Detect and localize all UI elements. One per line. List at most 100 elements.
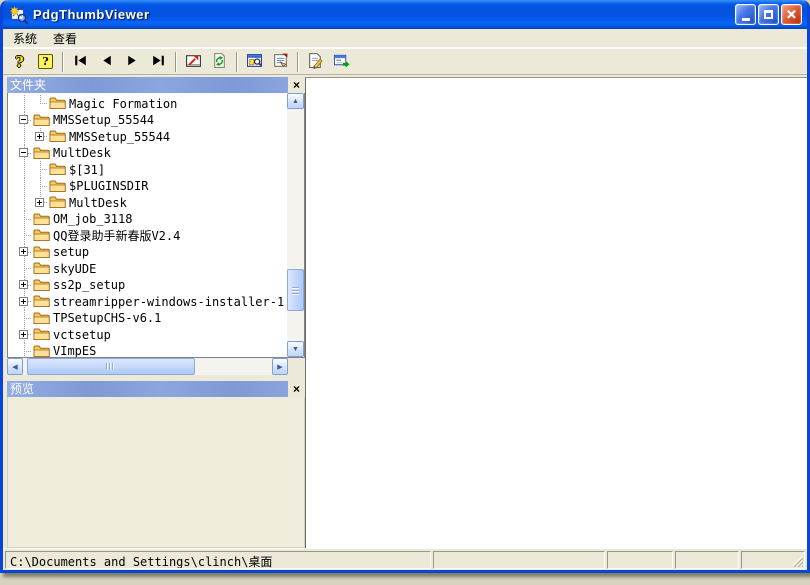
folder-icon	[49, 162, 66, 176]
resize-grip-icon[interactable]	[790, 554, 803, 567]
tree-item[interactable]: streamripper-windows-installer-1.63.	[16, 293, 287, 310]
tree-item-label: MMSSetup_55544	[53, 112, 154, 127]
title-bar[interactable]: PdgThumbViewer ✕	[3, 0, 807, 29]
app-window: PdgThumbViewer ✕ 系统 查看 ?? 文件夹 × Magic Fo…	[0, 0, 810, 573]
scroll-up-icon[interactable]: ▲	[287, 93, 304, 109]
statusbar-path: C:\Documents and Settings\clinch\桌面	[5, 551, 431, 569]
expand-icon[interactable]	[35, 132, 44, 141]
collapse-icon[interactable]	[19, 115, 28, 124]
tree-item[interactable]: TPSetupCHS-v6.1	[16, 310, 287, 327]
properties-button[interactable]	[268, 50, 293, 73]
help-button[interactable]: ?	[7, 50, 32, 73]
tree-item[interactable]: $PLUGINSDIR	[16, 178, 287, 195]
tree-item[interactable]: QQ登录助手新春版V2.4	[16, 227, 287, 244]
tree-item-label: vctsetup	[53, 327, 111, 342]
export-button[interactable]	[329, 50, 354, 73]
tree-connector	[16, 227, 32, 244]
folders-panel-close-icon[interactable]: ×	[288, 78, 305, 93]
tree-item-label: TPSetupCHS-v6.1	[53, 310, 161, 325]
tree-item[interactable]: ss2p_setup	[16, 277, 287, 294]
tree-item[interactable]: VImpES	[16, 343, 287, 358]
tree-connector	[16, 310, 32, 327]
next-page-button[interactable]	[120, 50, 145, 73]
last-page-icon	[150, 52, 167, 72]
explore-button[interactable]	[242, 50, 267, 73]
folder-icon	[33, 146, 50, 160]
tree-item[interactable]: MultDesk	[16, 194, 287, 211]
toolbar-separator	[62, 52, 64, 72]
refresh-button[interactable]	[207, 50, 232, 73]
folder-tree: Magic FormationMMSSetup_55544MMSSetup_55…	[8, 93, 287, 357]
context-help-button[interactable]: ?	[33, 50, 58, 73]
tree-connector	[16, 112, 32, 129]
folder-icon	[33, 344, 50, 357]
tree-connector	[32, 194, 48, 211]
tree-item[interactable]: $[31]	[16, 161, 287, 178]
maximize-button[interactable]	[758, 4, 779, 25]
tree-vertical-scrollbar[interactable]: ▲ ▼	[287, 93, 304, 357]
expand-icon[interactable]	[19, 330, 28, 339]
tree-item[interactable]: MultDesk	[16, 145, 287, 162]
minimize-button[interactable]	[735, 4, 756, 25]
expand-icon[interactable]	[19, 297, 28, 306]
vertical-scroll-thumb[interactable]	[287, 269, 304, 311]
tree-guide-line	[16, 128, 32, 145]
tree-connector	[32, 95, 48, 112]
folder-icon	[33, 327, 50, 341]
menu-bar: 系统 查看	[3, 29, 807, 48]
expand-icon[interactable]	[19, 247, 28, 256]
tree-guide-line	[16, 95, 32, 112]
statusbar-section	[607, 551, 673, 569]
tree-item[interactable]: Magic Formation	[16, 95, 287, 112]
scroll-right-icon[interactable]: ▶	[272, 358, 288, 375]
tree-item[interactable]: vctsetup	[16, 326, 287, 343]
toolbar-separator	[297, 52, 299, 72]
collapse-icon[interactable]	[19, 148, 28, 157]
preview-panel-header: 预览 ×	[7, 381, 305, 397]
refresh-icon	[211, 52, 228, 72]
folder-icon	[33, 228, 50, 242]
tree-item[interactable]: setup	[16, 244, 287, 261]
context-help-icon: ?	[38, 54, 53, 69]
folder-icon	[49, 179, 66, 193]
tree-connector	[16, 260, 32, 277]
menu-item[interactable]: 系统	[5, 28, 45, 49]
tree-item-label: $PLUGINSDIR	[69, 178, 148, 193]
tree-item[interactable]: OM_job_3118	[16, 211, 287, 228]
tree-item-label: setup	[53, 244, 89, 259]
statusbar-section	[433, 551, 605, 569]
horizontal-scroll-thumb[interactable]	[27, 358, 195, 375]
tree-item-label: OM_job_3118	[53, 211, 132, 226]
scroll-left-icon[interactable]: ◀	[7, 358, 23, 375]
preview-content	[7, 397, 305, 548]
prev-page-button[interactable]	[94, 50, 119, 73]
toolbar: ??	[3, 48, 807, 75]
tree-connector	[16, 326, 32, 343]
tree-connector	[16, 277, 32, 294]
tree-item[interactable]: MMSSetup_55544	[16, 128, 287, 145]
preview-panel-close-icon[interactable]: ×	[288, 382, 305, 397]
tree-item[interactable]: skyUDE	[16, 260, 287, 277]
expand-icon[interactable]	[35, 198, 44, 207]
menu-item[interactable]: 查看	[45, 28, 85, 49]
tree-item-label: MMSSetup_55544	[69, 129, 170, 144]
toolbar-separator	[236, 52, 238, 72]
expand-icon[interactable]	[19, 280, 28, 289]
tree-horizontal-scrollbar[interactable]: ◀ ▶	[7, 358, 288, 375]
folder-icon	[33, 212, 50, 226]
last-page-button[interactable]	[146, 50, 171, 73]
close-button[interactable]: ✕	[781, 4, 802, 25]
folder-icon	[33, 113, 50, 127]
folder-tree-container: Magic FormationMMSSetup_55544MMSSetup_55…	[7, 93, 305, 358]
tree-item-label: MultDesk	[53, 145, 111, 160]
first-page-button[interactable]	[68, 50, 93, 73]
tree-item[interactable]: MMSSetup_55544	[16, 112, 287, 129]
scroll-down-icon[interactable]: ▼	[287, 341, 304, 357]
fit-window-button[interactable]	[181, 50, 206, 73]
tree-hscroll-row: ◀ ▶	[7, 358, 305, 375]
properties-icon	[272, 52, 289, 72]
tree-guide-line	[16, 178, 32, 195]
tree-connector	[32, 128, 48, 145]
edit-button[interactable]	[303, 50, 328, 73]
prev-page-icon	[98, 52, 115, 72]
